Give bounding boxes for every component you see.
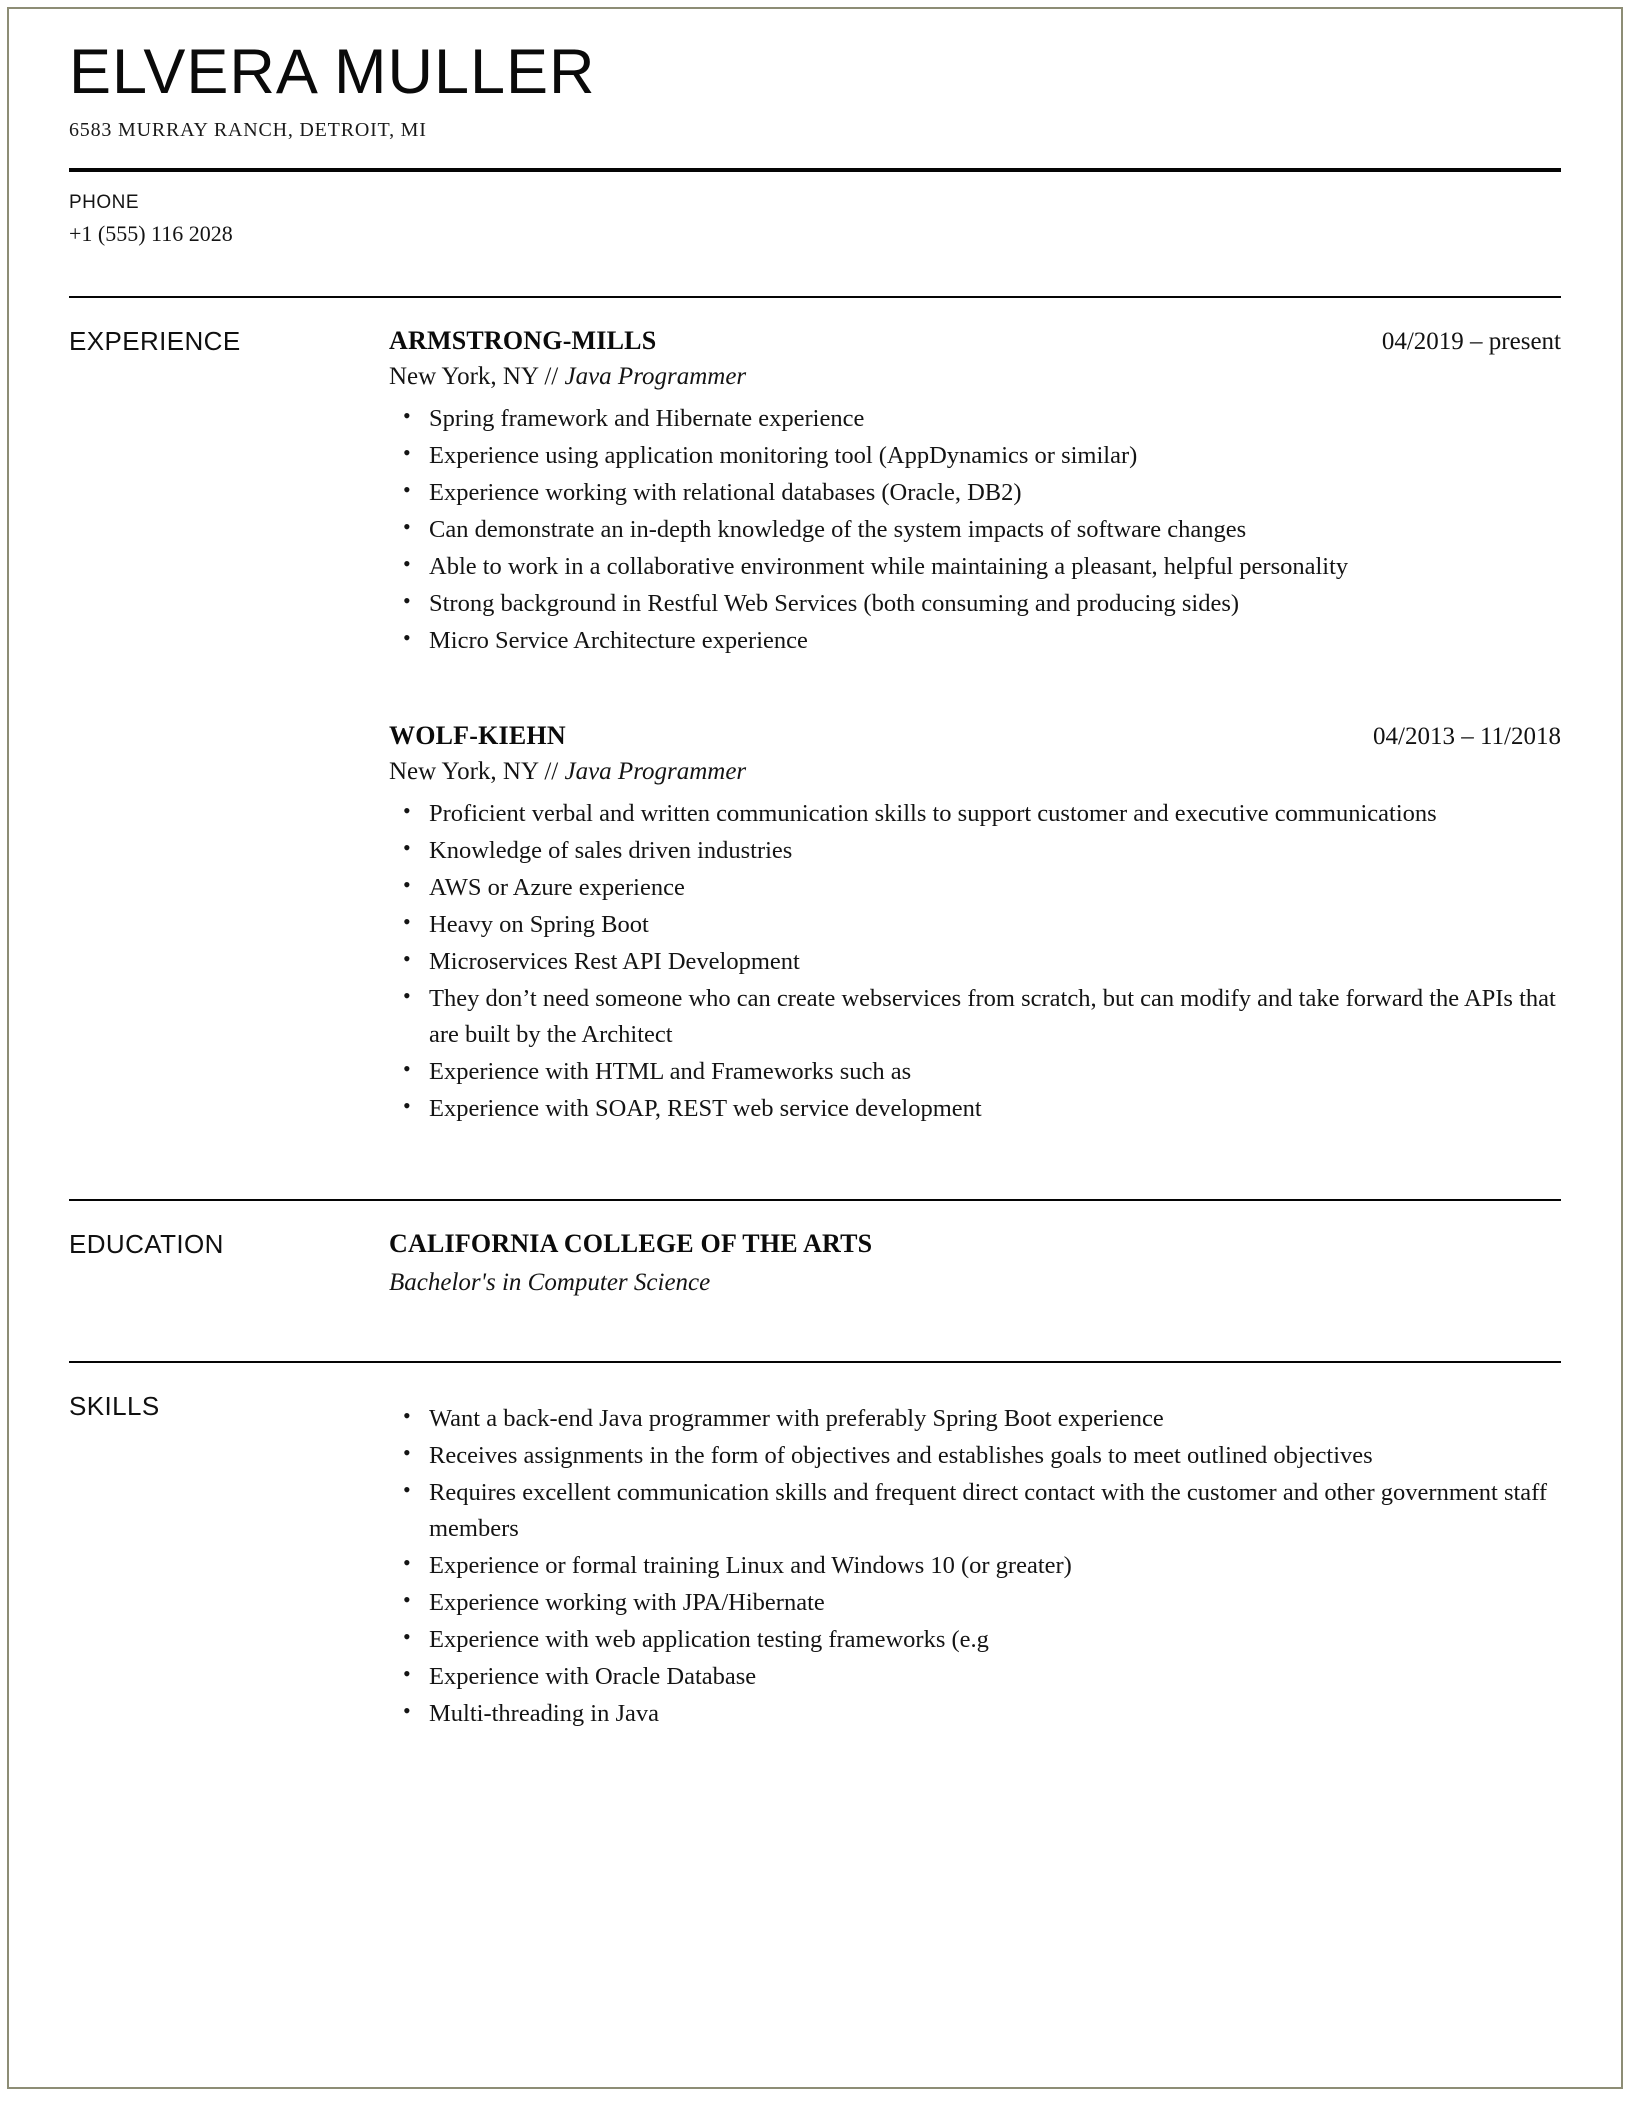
section-label-experience: EXPERIENCE: [69, 326, 241, 357]
bullet-item: Want a back-end Java programmer with pre…: [389, 1400, 1561, 1437]
candidate-address: 6583 MURRAY RANCH, DETROIT, MI: [69, 119, 427, 142]
bullet-item: Experience working with JPA/Hibernate: [389, 1584, 1561, 1621]
experience-section: EXPERIENCE ARMSTRONG-MILLS 04/2019 – pre…: [9, 298, 1621, 1135]
bullet-item: They don’t need someone who can create w…: [389, 980, 1561, 1053]
experience-bullet-list: Proficient verbal and written communicat…: [389, 795, 1561, 1127]
bullet-item: Spring framework and Hibernate experienc…: [389, 400, 1561, 437]
bullet-item: Micro Service Architecture experience: [389, 622, 1561, 659]
bullet-item: AWS or Azure experience: [389, 869, 1561, 906]
entry-header: ARMSTRONG-MILLS 04/2019 – present: [389, 326, 1561, 356]
bullet-item: Knowledge of sales driven industries: [389, 832, 1561, 869]
education-label-column: EDUCATION: [69, 1229, 389, 1305]
skills-section: SKILLS Want a back-end Java programmer w…: [9, 1363, 1621, 1733]
bullet-item: Experience with web application testing …: [389, 1621, 1561, 1658]
experience-entries: ARMSTRONG-MILLS 04/2019 – present New Yo…: [389, 326, 1561, 1135]
education-entry: CALIFORNIA COLLEGE OF THE ARTS Bachelor'…: [389, 1229, 1561, 1297]
bullet-item: Microservices Rest API Development: [389, 943, 1561, 980]
experience-entry: ARMSTRONG-MILLS 04/2019 – present New Yo…: [389, 326, 1561, 659]
school-name: CALIFORNIA COLLEGE OF THE ARTS: [389, 1229, 873, 1259]
bullet-item: Proficient verbal and written communicat…: [389, 795, 1561, 832]
experience-bullet-list: Spring framework and Hibernate experienc…: [389, 400, 1561, 659]
skills-label-column: SKILLS: [69, 1391, 389, 1733]
degree-name: Bachelor's in Computer Science: [389, 1269, 711, 1297]
education-entries: CALIFORNIA COLLEGE OF THE ARTS Bachelor'…: [389, 1229, 1561, 1305]
employment-dates: 04/2019 – present: [1381, 328, 1561, 356]
resume-header: ELVERA MULLER 6583 MURRAY RANCH, DETROIT…: [9, 9, 1621, 142]
resume-content: ELVERA MULLER 6583 MURRAY RANCH, DETROIT…: [9, 9, 1621, 2087]
bullet-item: Experience working with relational datab…: [389, 474, 1561, 511]
bullet-item: Experience with HTML and Frameworks such…: [389, 1053, 1561, 1090]
bullet-item: Receives assignments in the form of obje…: [389, 1437, 1561, 1474]
bullet-item: Multi-threading in Java: [389, 1695, 1561, 1732]
candidate-name: ELVERA MULLER: [69, 37, 596, 107]
section-label-skills: SKILLS: [69, 1391, 160, 1422]
bullet-item: Requires excellent communication skills …: [389, 1474, 1561, 1547]
education-section: EDUCATION CALIFORNIA COLLEGE OF THE ARTS…: [9, 1201, 1621, 1305]
experience-entry: WOLF-KIEHN 04/2013 – 11/2018 New York, N…: [389, 721, 1561, 1127]
phone-label: PHONE: [69, 192, 140, 214]
bullet-item: Experience with Oracle Database: [389, 1658, 1561, 1695]
employer-location-role: New York, NY // Java Programmer: [389, 363, 1561, 391]
bullet-item: Able to work in a collaborative environm…: [389, 548, 1561, 585]
bullet-item: Experience or formal training Linux and …: [389, 1547, 1561, 1584]
bullet-item: Can demonstrate an in-depth knowledge of…: [389, 511, 1561, 548]
section-label-education: EDUCATION: [69, 1229, 224, 1260]
entry-header: WOLF-KIEHN 04/2013 – 11/2018: [389, 721, 1561, 751]
employer-location: New York, NY //: [389, 758, 565, 786]
bullet-item: Strong background in Restful Web Service…: [389, 585, 1561, 622]
skills-body: Want a back-end Java programmer with pre…: [389, 1391, 1561, 1733]
employer-location-role: New York, NY // Java Programmer: [389, 758, 1561, 786]
bullet-item: Experience with SOAP, REST web service d…: [389, 1090, 1561, 1127]
bullet-item: Heavy on Spring Boot: [389, 906, 1561, 943]
contact-block: PHONE +1 (555) 116 2028: [9, 172, 1621, 248]
employer-name: ARMSTRONG-MILLS: [389, 326, 657, 356]
bullet-item: Experience using application monitoring …: [389, 437, 1561, 474]
employer-location: New York, NY //: [389, 363, 565, 391]
job-title: Java Programmer: [564, 363, 747, 391]
employment-dates: 04/2013 – 11/2018: [1373, 723, 1561, 751]
experience-label-column: EXPERIENCE: [69, 326, 389, 1135]
resume-page: ELVERA MULLER 6583 MURRAY RANCH, DETROIT…: [7, 7, 1623, 2089]
employer-name: WOLF-KIEHN: [389, 721, 566, 751]
job-title: Java Programmer: [564, 758, 747, 786]
phone-value: +1 (555) 116 2028: [69, 220, 233, 246]
skills-bullet-list: Want a back-end Java programmer with pre…: [389, 1400, 1561, 1732]
